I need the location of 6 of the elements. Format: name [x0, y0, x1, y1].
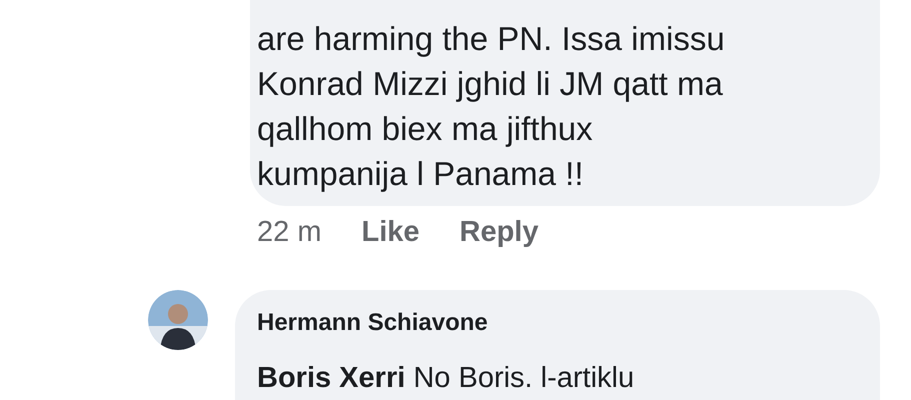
- action-link[interactable]: Reply: [460, 214, 538, 250]
- comment-text: Boris Xerri No Boris. l-artiklu: [257, 361, 636, 396]
- comment-text: are harming the PN. Issa imissu Konrad Mizzi jghid li JM qatt ma qallhom biex ma jifthux kumpanija l Panama !!: [257, 19, 726, 194]
- action-link[interactable]: Like: [361, 214, 420, 250]
- author-name[interactable]: Hermann Schiavone: [257, 308, 858, 338]
- timestamp: 22 m: [257, 215, 322, 250]
